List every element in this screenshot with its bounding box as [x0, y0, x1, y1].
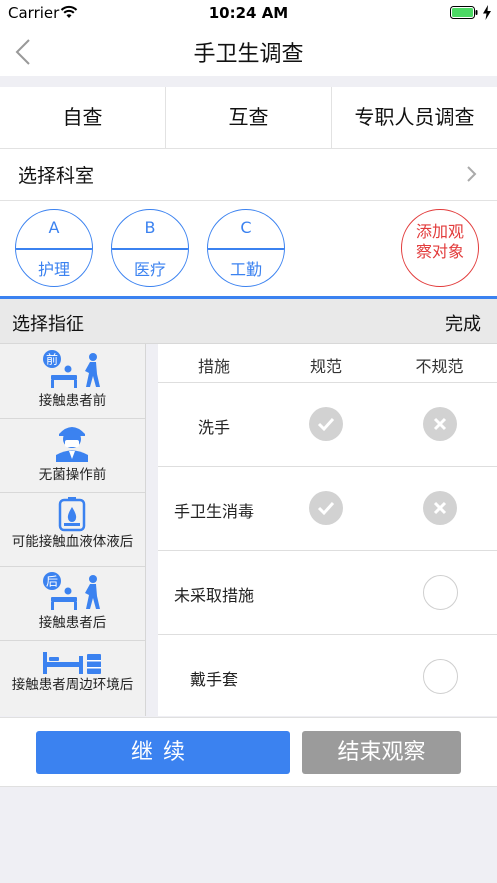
- indication-item-after-patient[interactable]: 后 接触患者后: [0, 566, 145, 641]
- charging-icon: [483, 5, 491, 20]
- continue-button[interactable]: 继续: [36, 731, 290, 774]
- cross-icon: [433, 417, 447, 431]
- category-letter: A: [48, 218, 60, 237]
- blood-bag-icon: [58, 497, 86, 532]
- indication-item-before-patient[interactable]: 前 接触患者前: [0, 344, 145, 419]
- compliant-option[interactable]: [309, 491, 343, 525]
- category-medical-button[interactable]: B 医疗: [111, 209, 189, 287]
- noncompliant-option[interactable]: [423, 407, 457, 441]
- measure-row-handwash: 洗手: [158, 383, 497, 467]
- category-name: 护理: [37, 260, 70, 279]
- indication-label: 接触患者前: [38, 393, 107, 409]
- indication-label: 接触患者周边环境后: [11, 677, 134, 693]
- bottom-action-bar: 继续 结束观察: [0, 717, 497, 787]
- indication-label: 无菌操作前: [38, 467, 107, 483]
- measure-name: 手卫生消毒: [173, 502, 254, 521]
- category-name: 工勤: [229, 260, 262, 279]
- measure-name: 戴手套: [189, 670, 238, 689]
- header-measure: 措施: [197, 357, 230, 376]
- category-logistics-button[interactable]: C 工勤: [207, 209, 285, 287]
- measure-row-gloves: 戴手套: [158, 635, 497, 718]
- measure-name: 洗手: [197, 418, 230, 437]
- category-letter: C: [240, 218, 252, 237]
- page-title: 手卫生调查: [193, 42, 304, 67]
- measures-table: 措施 规范 不规范 洗手 手卫生消毒 未采取措施 戴手套: [158, 344, 497, 716]
- add-observation-label: 添加观察对象: [415, 222, 464, 261]
- header-noncompliant: 不规范: [415, 357, 464, 376]
- measure-row-disinfection: 手卫生消毒: [158, 467, 497, 551]
- back-icon[interactable]: [12, 38, 34, 66]
- category-divider: [112, 248, 188, 250]
- chevron-right-icon: [467, 166, 477, 182]
- department-selector[interactable]: 选择科室: [0, 149, 497, 201]
- category-name: 医疗: [133, 260, 166, 279]
- noncompliant-option[interactable]: [423, 575, 458, 610]
- survey-type-tabs: 自查 互查 专职人员调查: [0, 87, 497, 149]
- header-compliant: 规范: [309, 357, 342, 376]
- check-icon: [317, 417, 335, 432]
- measures-header: 措施 规范 不规范: [158, 344, 497, 383]
- category-nursing-button[interactable]: A 护理: [15, 209, 93, 287]
- measure-row-no-action: 未采取措施: [158, 551, 497, 635]
- patient-contact-before-icon: 前: [43, 350, 100, 388]
- tab-self-check[interactable]: 自查: [0, 87, 165, 148]
- patient-contact-after-icon: 后: [43, 572, 100, 610]
- doctor-mask-icon: [56, 427, 88, 462]
- noncompliant-option[interactable]: [423, 659, 458, 694]
- indication-label: 接触患者后: [38, 615, 107, 631]
- noncompliant-option[interactable]: [423, 491, 457, 525]
- category-divider: [16, 248, 92, 250]
- indication-item-before-aseptic[interactable]: 无菌操作前: [0, 418, 145, 493]
- indication-item-after-body-fluid[interactable]: 可能接触血液体液后: [0, 492, 145, 567]
- hospital-bed-icon: [43, 652, 101, 674]
- staff-category-row: A 护理 B 医疗 C 工勤 添加观察对象: [0, 201, 497, 296]
- indication-list: 前 接触患者前 无菌操作前 可能接触血液体液后 后 接触患者后 接触患者周边环境…: [0, 344, 146, 716]
- finish-observation-button[interactable]: 结束观察: [302, 731, 461, 774]
- tab-staff-survey[interactable]: 专职人员调查: [332, 87, 497, 148]
- done-button[interactable]: 完成: [445, 310, 481, 336]
- department-label: 选择科室: [18, 165, 95, 187]
- indication-title: 选择指征: [12, 314, 84, 335]
- status-bar: Carrier 10:24 AM: [0, 0, 497, 26]
- battery-icon: [450, 6, 478, 19]
- tab-mutual-check[interactable]: 互查: [166, 87, 331, 148]
- indication-label: 可能接触血液体液后: [11, 534, 134, 550]
- measure-name: 未采取措施: [173, 586, 254, 605]
- svg-text:后: 后: [46, 575, 58, 589]
- indication-item-after-surroundings[interactable]: 接触患者周边环境后: [0, 640, 145, 714]
- indication-header: 选择指征 完成: [0, 299, 497, 344]
- category-letter: B: [144, 218, 156, 237]
- svg-text:前: 前: [46, 352, 58, 367]
- category-divider: [208, 248, 284, 250]
- navigation-bar: 手卫生调查: [0, 26, 497, 76]
- check-icon: [317, 501, 335, 516]
- add-observation-button[interactable]: 添加观察对象: [401, 209, 479, 287]
- clock: 10:24 AM: [208, 4, 289, 22]
- cross-icon: [433, 501, 447, 515]
- compliant-option[interactable]: [309, 407, 343, 441]
